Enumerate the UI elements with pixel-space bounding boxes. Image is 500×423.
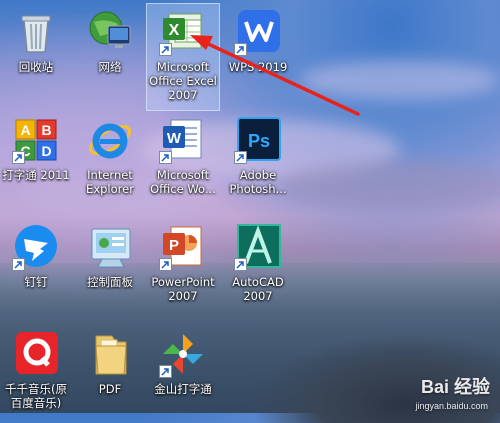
annotation-arrow	[190, 35, 360, 116]
baidu-jingyan-watermark: Bai 经验	[420, 377, 490, 397]
watermark-url: jingyan.baidu.com	[415, 401, 488, 411]
